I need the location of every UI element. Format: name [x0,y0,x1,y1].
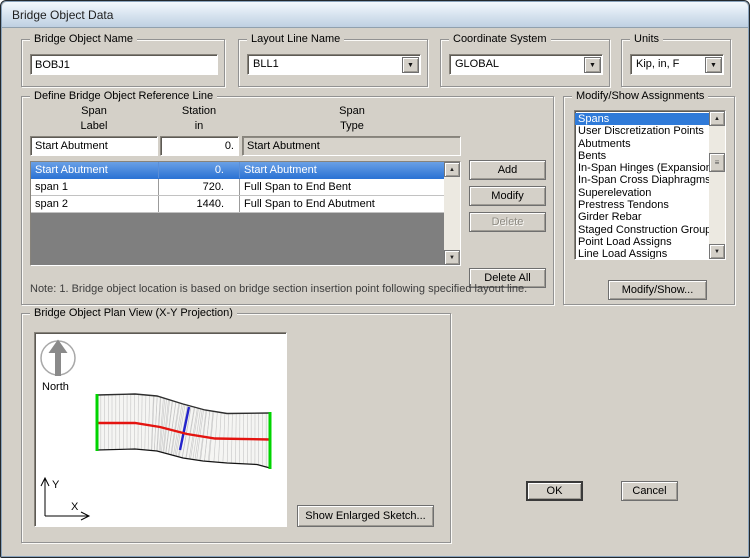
xy-axis-icon [41,478,89,520]
list-item[interactable]: User Discretization Points [575,125,709,137]
edit-station-input[interactable] [160,136,239,156]
coordinate-system-select[interactable]: GLOBAL ▼ [449,54,603,75]
plan-view-group: Bridge Object Plan View (X-Y Projection) [21,313,451,543]
north-label: North [42,381,69,393]
coordinate-system-group: Coordinate System GLOBAL ▼ [440,39,610,87]
table-row[interactable]: span 2 1440. Full Span to End Abutment [31,196,444,213]
edit-span-type-field: Start Abutment [242,136,461,156]
reference-line-group: Define Bridge Object Reference Line Span… [21,96,554,305]
table-scrollbar[interactable]: ▲ ▼ [444,162,460,265]
axis-x-label: X [71,501,79,513]
coordinate-system-value: GLOBAL [450,55,583,74]
reference-line-group-label: Define Bridge Object Reference Line [30,89,217,103]
layout-line-name-select[interactable]: BLL1 ▼ [247,54,421,75]
show-enlarged-sketch-button[interactable]: Show Enlarged Sketch... [297,505,434,527]
table-row[interactable]: span 1 720. Full Span to End Bent [31,179,444,196]
delete-button: Delete [469,212,546,232]
chevron-down-icon[interactable]: ▼ [584,57,601,73]
column-header-station: Stationin [160,104,238,134]
bridge-object-name-label: Bridge Object Name [30,32,137,46]
reference-line-table: Start Abutment 0. Start Abutment span 1 … [30,161,461,266]
column-header-span-type: SpanType [242,104,462,134]
units-select[interactable]: Kip, in, F ▼ [630,54,724,75]
assignments-group-label: Modify/Show Assignments [572,89,708,103]
scroll-down-icon[interactable]: ▼ [709,244,725,259]
title-bar[interactable]: Bridge Object Data [2,2,748,28]
layout-line-name-value: BLL1 [248,55,401,74]
list-item[interactable]: Prestress Tendons [575,199,709,211]
axis-y-label: Y [52,479,60,491]
layout-line-name-group: Layout Line Name BLL1 ▼ [238,39,428,87]
units-label: Units [630,32,663,46]
edit-span-label-input[interactable] [30,136,158,156]
list-item[interactable]: Superelevation [575,187,709,199]
list-item[interactable]: Bents [575,150,709,162]
scrollbar-thumb[interactable]: ≡ [709,153,725,172]
reference-line-note: Note: 1. Bridge object location is based… [30,283,527,295]
list-item[interactable]: Spans [575,113,709,125]
modify-show-button[interactable]: Modify/Show... [608,280,707,300]
dialog-content: Bridge Object Name Layout Line Name BLL1… [3,29,747,555]
list-item[interactable]: Point Load Assigns [575,236,709,248]
list-item[interactable]: Line Load Assigns [575,248,709,259]
chevron-down-icon[interactable]: ▼ [705,57,722,73]
table-row[interactable]: Start Abutment 0. Start Abutment [31,162,444,179]
assignments-scrollbar[interactable]: ▲ ≡ ▼ [709,111,725,259]
bridge-plan-sketch: North Y X [35,333,284,524]
chevron-down-icon[interactable]: ▼ [402,57,419,73]
list-item[interactable]: Abutments [575,138,709,150]
add-button[interactable]: Add [469,160,546,180]
layout-line-name-label: Layout Line Name [247,32,344,46]
list-item[interactable]: In-Span Hinges (Expansion Jt [575,162,709,174]
column-header-span-label: SpanLabel [30,104,158,134]
north-compass-icon [41,340,75,377]
list-item[interactable]: Staged Construction Groups [575,224,709,236]
units-group: Units Kip, in, F ▼ [621,39,731,87]
bridge-object-name-input[interactable] [30,54,218,75]
modify-button[interactable]: Modify [469,186,546,206]
assignments-list: Spans User Discretization Points Abutmen… [574,110,726,260]
scroll-up-icon[interactable]: ▲ [709,111,725,126]
scroll-down-icon[interactable]: ▼ [444,250,460,265]
plan-view-panel: North Y X [34,332,287,527]
bridge-object-name-group: Bridge Object Name [21,39,225,87]
window-title: Bridge Object Data [12,8,113,22]
assignments-group: Modify/Show Assignments Spans User Discr… [563,96,735,305]
coordinate-system-label: Coordinate System [449,32,551,46]
plan-view-group-label: Bridge Object Plan View (X-Y Projection) [30,306,237,320]
ok-button[interactable]: OK [526,481,583,501]
cancel-button[interactable]: Cancel [621,481,678,501]
list-item[interactable]: Girder Rebar [575,211,709,223]
scroll-up-icon[interactable]: ▲ [444,162,460,177]
units-value: Kip, in, F [631,55,704,74]
bridge-object-data-dialog: Bridge Object Data Bridge Object Name La… [0,0,750,558]
list-item[interactable]: In-Span Cross Diaphragms [575,174,709,186]
